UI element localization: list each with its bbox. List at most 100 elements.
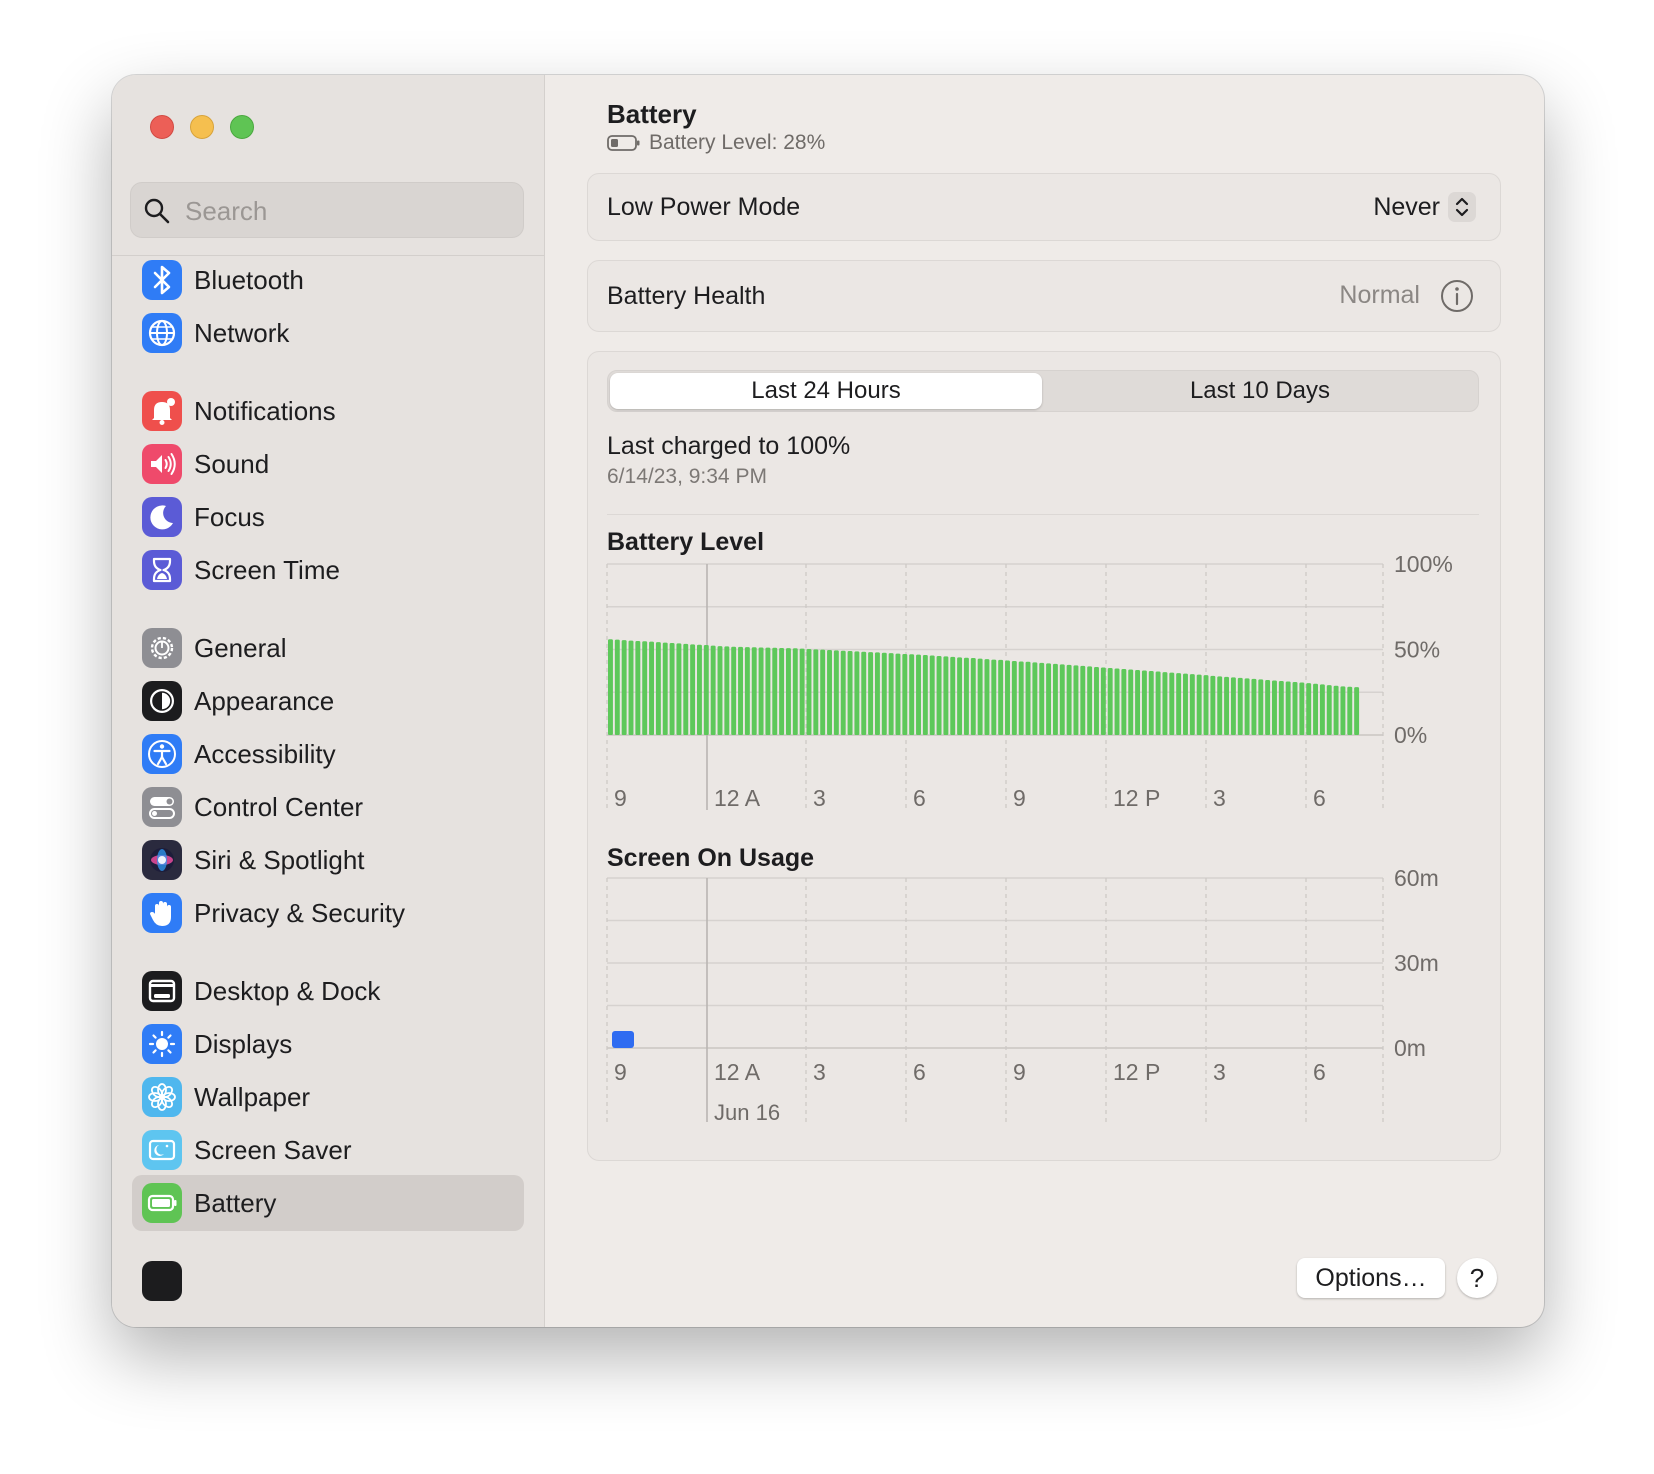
battery-level-bar — [1046, 663, 1052, 735]
battery-level-bar — [868, 652, 874, 735]
battery-level-bar — [813, 649, 819, 735]
sidebar-item-battery[interactable]: Battery — [132, 1175, 524, 1231]
battery-level-bar — [696, 644, 702, 735]
battery-level-bar — [922, 654, 928, 735]
sidebar-item-accessibility[interactable]: Accessibility — [132, 726, 524, 782]
battery-level-bar — [950, 656, 956, 735]
battery-level-bar — [1319, 684, 1325, 735]
sidebar-item-label: Focus — [194, 501, 265, 532]
sidebar-item-network[interactable]: Network — [132, 305, 524, 361]
battery-level-chart: 100% 50% 0% 9 12 A 3 6 9 12 P 3 6 — [606, 554, 1453, 811]
sidebar-item-label: Privacy & Security — [194, 897, 405, 928]
sidebar-item-cutoff[interactable] — [132, 1253, 524, 1309]
close-button[interactable] — [150, 115, 174, 139]
battery-level-bar — [1326, 685, 1332, 735]
battery-level-bar — [738, 646, 743, 735]
battery-level-bar — [635, 640, 641, 735]
screen-usage-chart-title: Screen On Usage — [607, 844, 815, 872]
y-tick-label: 50% — [1394, 637, 1440, 663]
sidebar-item-siri-and-spotlight[interactable]: Siri & Spotlight — [132, 832, 524, 888]
x-tick-label: 12 A — [714, 1059, 761, 1085]
battery-level-bar — [1135, 670, 1141, 735]
battery-level-bar — [1005, 660, 1010, 735]
battery-level-bar — [655, 642, 661, 735]
battery-level-bar — [690, 644, 696, 735]
options-button[interactable]: Options… — [1297, 1258, 1445, 1298]
battery-level-bar — [991, 659, 997, 735]
battery-level-bar — [929, 655, 935, 735]
x-tick-label: 3 — [1213, 785, 1226, 811]
minimize-button[interactable] — [190, 115, 214, 139]
battery-level-bar — [744, 647, 750, 735]
sidebar-item-wallpaper[interactable]: Wallpaper — [132, 1069, 524, 1125]
tab-last-24-hours[interactable]: Last 24 Hours — [610, 373, 1042, 409]
sidebar-item-focus[interactable]: Focus — [132, 489, 524, 545]
battery-level-bar — [1224, 676, 1230, 735]
battery-level-bar — [1217, 676, 1223, 735]
info-icon[interactable] — [1440, 279, 1474, 313]
sidebar-item-desktop-and-dock[interactable]: Desktop & Dock — [132, 963, 524, 1019]
battery-level-bar — [1148, 671, 1154, 735]
battery-level-bar — [1052, 663, 1058, 735]
sidebar-item-bluetooth[interactable]: Bluetooth — [132, 257, 524, 308]
tab-last-10-days[interactable]: Last 10 Days — [1044, 373, 1476, 409]
sidebar-item-appearance[interactable]: Appearance — [132, 673, 524, 729]
battery-level-bar — [669, 643, 675, 735]
x-tick-label: 6 — [1313, 785, 1326, 811]
page-title: Battery — [607, 99, 697, 129]
last-charged-title: Last charged to 100% — [607, 432, 851, 460]
x-tick-label: 9 — [614, 1059, 627, 1085]
x-tick-label: 12 P — [1113, 785, 1160, 811]
sidebar-item-label: Siri & Spotlight — [194, 844, 365, 875]
sidebar-item-privacy-and-security[interactable]: Privacy & Security — [132, 885, 524, 941]
y-tick-label: 0% — [1394, 722, 1427, 748]
sidebar-item-screen-saver[interactable]: Screen Saver — [132, 1122, 524, 1178]
battery-level-bar — [751, 647, 757, 735]
y-tick-label: 100% — [1394, 554, 1453, 577]
zoom-button[interactable] — [230, 115, 254, 139]
battery-level-bar — [1340, 686, 1346, 735]
battery-level-bar — [1107, 667, 1113, 735]
sidebar-item-control-center[interactable]: Control Center — [132, 779, 524, 835]
sidebar-item-sound[interactable]: Sound — [132, 436, 524, 492]
battery-level-bar — [1183, 673, 1188, 735]
battery-level-bar — [1189, 674, 1195, 735]
battery-level-bar — [676, 643, 682, 735]
battery-level-bar — [779, 647, 785, 735]
battery-level-bar — [888, 653, 894, 735]
sidebar-item-general[interactable]: General — [132, 620, 524, 676]
sidebar-item-screen-time[interactable]: Screen Time — [132, 542, 524, 598]
sidebar-item-label: Sound — [194, 448, 270, 479]
sidebar-item-label: Wallpaper — [194, 1081, 311, 1112]
battery-level-bar — [820, 649, 826, 735]
screen-usage-bar — [612, 1031, 634, 1048]
last-charged-date: 6/14/23, 9:34 PM — [607, 465, 767, 488]
battery-health-value: Normal — [1339, 281, 1420, 309]
sidebar: Bluetooth Network Notifications Sound Focus S… — [112, 75, 545, 1327]
sidebar-item-displays[interactable]: Displays — [132, 1016, 524, 1072]
battery-level-bar — [1258, 679, 1264, 735]
battery-level-bar — [1066, 664, 1072, 735]
battery-level-bar — [977, 658, 983, 735]
toggles-icon — [142, 787, 182, 827]
x-tick-label: 6 — [913, 785, 926, 811]
x-tick-label: 12 P — [1113, 1059, 1160, 1085]
sidebar-item-label: Network — [194, 317, 290, 348]
help-button[interactable]: ? — [1457, 1258, 1497, 1298]
battery-level-bar — [710, 645, 716, 735]
sidebar-item-notifications[interactable]: Notifications — [132, 383, 524, 439]
flower-icon — [142, 1077, 182, 1117]
sidebar-divider — [112, 255, 544, 256]
low-power-label: Low Power Mode — [607, 193, 801, 221]
search-box[interactable] — [130, 182, 524, 238]
battery-small-icon — [607, 135, 640, 151]
battery-level-bar — [847, 651, 853, 735]
battery-level-bar — [1141, 670, 1147, 735]
screensaver-icon — [142, 1130, 182, 1170]
low-power-popup[interactable]: Never — [1373, 192, 1476, 222]
battery-level-status: Battery Level: 28% — [607, 131, 825, 155]
search-input[interactable] — [183, 191, 507, 231]
battery-level-bar — [683, 643, 689, 735]
battery-level-bar — [970, 658, 976, 735]
battery-level-bar — [1251, 678, 1257, 735]
